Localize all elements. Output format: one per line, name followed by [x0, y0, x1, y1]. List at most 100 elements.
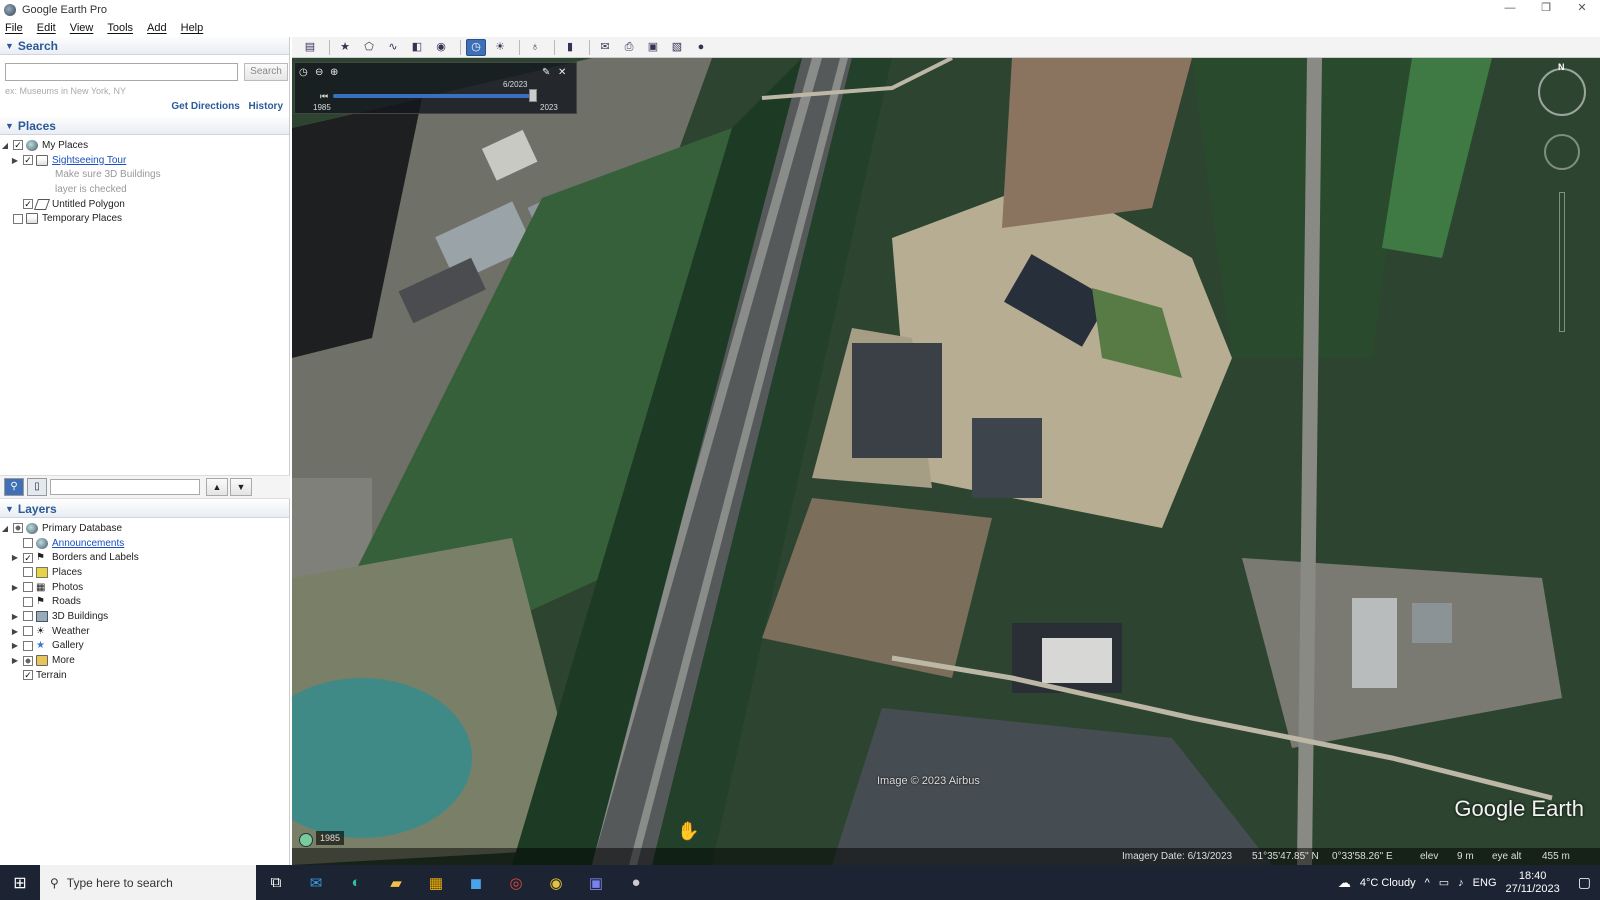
expand-right-icon[interactable]: ▶: [10, 553, 20, 562]
mail-icon[interactable]: ✉: [296, 865, 336, 900]
minimize-button[interactable]: —: [1492, 0, 1528, 19]
checkbox[interactable]: [23, 655, 33, 666]
search-places-icon[interactable]: ⚲: [4, 478, 24, 496]
record-tour-icon[interactable]: ◉: [431, 39, 451, 56]
expand-right-icon[interactable]: ▶: [10, 156, 20, 165]
move-joystick[interactable]: [1544, 134, 1580, 170]
layer-announcements[interactable]: Announcements: [0, 536, 289, 551]
time-slider-knob[interactable]: [529, 89, 537, 102]
look-joystick[interactable]: [1538, 68, 1586, 116]
layers-section-header[interactable]: ▼ Layers: [0, 500, 289, 518]
checkbox[interactable]: [13, 523, 23, 534]
google-earth-taskbar-icon[interactable]: ●: [616, 865, 656, 900]
notifications-icon[interactable]: ▢: [1578, 874, 1591, 891]
checkbox[interactable]: [13, 213, 23, 224]
task-view-icon[interactable]: ⧉: [256, 865, 296, 900]
zoom-out-time-icon[interactable]: ⊖: [315, 67, 323, 78]
places-filter-input[interactable]: [50, 479, 200, 495]
zoom-slider[interactable]: [1559, 192, 1565, 332]
layer-roads[interactable]: ⚑ Roads: [0, 594, 289, 609]
acrobat-icon[interactable]: ◎: [496, 865, 536, 900]
get-directions-link[interactable]: Get Directions: [171, 101, 239, 112]
move-up-button[interactable]: ▲: [206, 478, 228, 496]
menu-add[interactable]: Add: [147, 22, 167, 34]
tree-item-sightseeing-tour[interactable]: ▶ ✓ Sightseeing Tour: [0, 153, 289, 168]
windows-start-icon[interactable]: ⊞: [0, 865, 40, 900]
search-input[interactable]: [5, 63, 238, 81]
menu-edit[interactable]: Edit: [37, 22, 56, 34]
layer-borders-labels[interactable]: ▶ ✓ ⚑ Borders and Labels: [0, 550, 289, 565]
taskbar-search[interactable]: ⚲ Type here to search: [40, 865, 256, 900]
expand-right-icon[interactable]: ▶: [10, 641, 20, 650]
menu-view[interactable]: View: [70, 22, 94, 34]
panel-toggle-icon[interactable]: ▯: [27, 478, 47, 496]
edge-browser-icon[interactable]: ◐: [336, 865, 376, 900]
expand-right-icon[interactable]: ▶: [10, 612, 20, 621]
checkbox[interactable]: ✓: [23, 552, 33, 563]
file-explorer-icon[interactable]: ▰: [376, 865, 416, 900]
sidebar-toggle-icon[interactable]: ▤: [300, 39, 320, 56]
chrome-icon[interactable]: ◉: [536, 865, 576, 900]
save-image-icon[interactable]: ▣: [643, 39, 663, 56]
network-icon[interactable]: ▭: [1439, 876, 1449, 889]
menu-help[interactable]: Help: [181, 22, 204, 34]
restore-button[interactable]: ❐: [1528, 0, 1564, 19]
checkbox[interactable]: ✓: [23, 670, 33, 681]
weather-text[interactable]: 4°C Cloudy: [1360, 877, 1416, 889]
map-view[interactable]: Image © 2023 Airbus Google Earth 1985 ✋ …: [292, 58, 1600, 865]
email-icon[interactable]: ✉: [595, 39, 615, 56]
search-section-header[interactable]: ▼ Search: [0, 37, 289, 55]
tree-item-temporary-places[interactable]: Temporary Places: [0, 211, 289, 226]
layer-terrain[interactable]: ✓ Terrain: [0, 668, 289, 683]
teams-icon[interactable]: ▣: [576, 865, 616, 900]
layer-3d-buildings[interactable]: ▶ 3D Buildings: [0, 609, 289, 624]
checkbox[interactable]: ✓: [23, 199, 33, 210]
expand-down-icon[interactable]: ◢: [0, 524, 10, 533]
ruler-icon[interactable]: ▮: [560, 39, 580, 56]
layer-more[interactable]: ▶ More: [0, 653, 289, 668]
add-polygon-icon[interactable]: ⬠: [359, 39, 379, 56]
layer-primary-database[interactable]: ◢ Primary Database: [0, 521, 289, 536]
checkbox[interactable]: [23, 538, 33, 549]
expand-right-icon[interactable]: ▶: [10, 656, 20, 665]
volume-icon[interactable]: ♪: [1458, 877, 1464, 889]
expand-right-icon[interactable]: ▶: [10, 583, 20, 592]
checkbox[interactable]: ✓: [23, 155, 33, 166]
close-slider-icon[interactable]: ✕: [558, 67, 566, 78]
checkbox[interactable]: [23, 626, 33, 637]
checkbox[interactable]: [23, 596, 33, 607]
time-slider-track[interactable]: [333, 94, 533, 98]
clock[interactable]: 18:40 27/11/2023: [1506, 870, 1569, 896]
checkbox[interactable]: ✓: [13, 140, 23, 151]
planets-icon[interactable]: ♁: [525, 39, 545, 56]
checkbox[interactable]: [23, 611, 33, 622]
move-down-button[interactable]: ▼: [230, 478, 252, 496]
language-indicator[interactable]: ENG: [1473, 877, 1497, 889]
layer-weather[interactable]: ▶ ☀ Weather: [0, 624, 289, 639]
print-icon[interactable]: ⎙: [619, 39, 639, 56]
add-path-icon[interactable]: ∿: [383, 39, 403, 56]
layer-gallery[interactable]: ▶ ★ Gallery: [0, 639, 289, 654]
tray-overflow-icon[interactable]: ^: [1425, 877, 1430, 889]
sunlight-icon[interactable]: ☀: [490, 39, 510, 56]
step-back-icon[interactable]: ⏮: [320, 91, 328, 102]
image-overlay-icon[interactable]: ◧: [407, 39, 427, 56]
checkbox[interactable]: [23, 567, 33, 578]
expand-down-icon[interactable]: ◢: [0, 141, 10, 150]
menu-tools[interactable]: Tools: [107, 22, 133, 34]
zoom-in-time-icon[interactable]: ⊕: [330, 67, 338, 78]
north-indicator[interactable]: N: [1558, 62, 1565, 72]
add-placemark-icon[interactable]: ★: [335, 39, 355, 56]
tree-item-my-places[interactable]: ◢ ✓ My Places: [0, 138, 289, 153]
menu-file[interactable]: File: [5, 22, 23, 34]
history-link[interactable]: History: [249, 101, 283, 112]
outlook-icon[interactable]: ◼: [456, 865, 496, 900]
history-globe-icon[interactable]: [299, 833, 313, 847]
earth-globe-icon[interactable]: ●: [691, 39, 711, 56]
checkbox[interactable]: [23, 640, 33, 651]
places-section-header[interactable]: ▼ Places: [0, 117, 289, 135]
clock-icon[interactable]: ◷: [299, 67, 308, 78]
settings-wrench-icon[interactable]: ✎: [542, 67, 550, 78]
search-button[interactable]: Search: [244, 63, 288, 81]
tree-item-untitled-polygon[interactable]: ✓ Untitled Polygon: [0, 197, 289, 212]
